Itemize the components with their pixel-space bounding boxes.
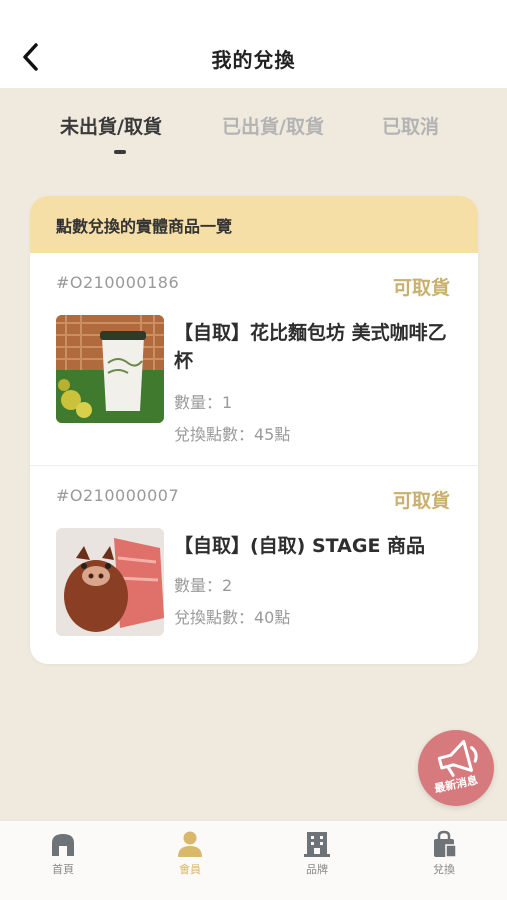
product-quantity: 數量：2 xyxy=(174,576,233,595)
active-tab-indicator xyxy=(114,150,126,154)
building-icon xyxy=(304,832,330,857)
nav-home[interactable]: 首頁 xyxy=(23,829,103,877)
order-id: #O210000186 xyxy=(56,273,180,292)
member-icon xyxy=(178,831,202,857)
latest-news-button[interactable]: 最新消息 xyxy=(418,730,494,806)
bottom-navigation: 首頁 會員 品牌 兌換 xyxy=(0,820,507,900)
product-image-coffee xyxy=(56,315,164,423)
product-quantity: 數量：1 xyxy=(174,393,233,412)
order-status: 可取貨 xyxy=(392,490,450,512)
tab-shipped[interactable]: 已出貨/取貨 xyxy=(222,112,324,139)
nav-home-label: 首頁 xyxy=(52,863,74,876)
tab-cancelled[interactable]: 已取消 xyxy=(382,112,439,139)
nav-member-label: 會員 xyxy=(179,863,201,876)
nav-brand[interactable]: 品牌 xyxy=(277,829,357,877)
shopping-bag-icon xyxy=(434,830,457,858)
order-status: 可取貨 xyxy=(392,277,450,299)
order-item[interactable]: #O210000007 可取貨 【自取】(自取) STAGE 商品 數量：2 兌… xyxy=(30,465,478,664)
redemption-list-card: 點數兌換的實體商品一覽 #O210000186 可取貨 【自取】花比麵包坊 美式… xyxy=(30,196,478,664)
product-points: 兌換點數：45點 xyxy=(174,425,291,444)
tab-not-shipped[interactable]: 未出貨/取貨 xyxy=(60,112,162,139)
card-title: 點數兌換的實體商品一覽 xyxy=(30,196,478,253)
home-icon xyxy=(52,834,74,856)
nav-brand-label: 品牌 xyxy=(306,863,328,876)
order-id: #O210000007 xyxy=(56,486,180,505)
nav-member[interactable]: 會員 xyxy=(150,829,230,877)
nav-exchange-label: 兌換 xyxy=(433,863,455,876)
page-title: 我的兌換 xyxy=(211,48,296,72)
top-bar: 我的兌換 xyxy=(0,0,507,88)
product-name: 【自取】花比麵包坊 美式咖啡乙杯 xyxy=(174,322,447,372)
status-tabs: 未出貨/取貨 已出貨/取貨 已取消 xyxy=(0,112,507,162)
nav-exchange[interactable]: 兌換 xyxy=(404,829,484,877)
product-points: 兌換點數：40點 xyxy=(174,608,291,627)
product-image-plush xyxy=(56,528,164,636)
product-name: 【自取】(自取) STAGE 商品 xyxy=(174,535,426,557)
order-item[interactable]: #O210000186 可取貨 【自取】花比麵包坊 美式咖啡乙杯 數量：1 兌換… xyxy=(30,253,478,465)
